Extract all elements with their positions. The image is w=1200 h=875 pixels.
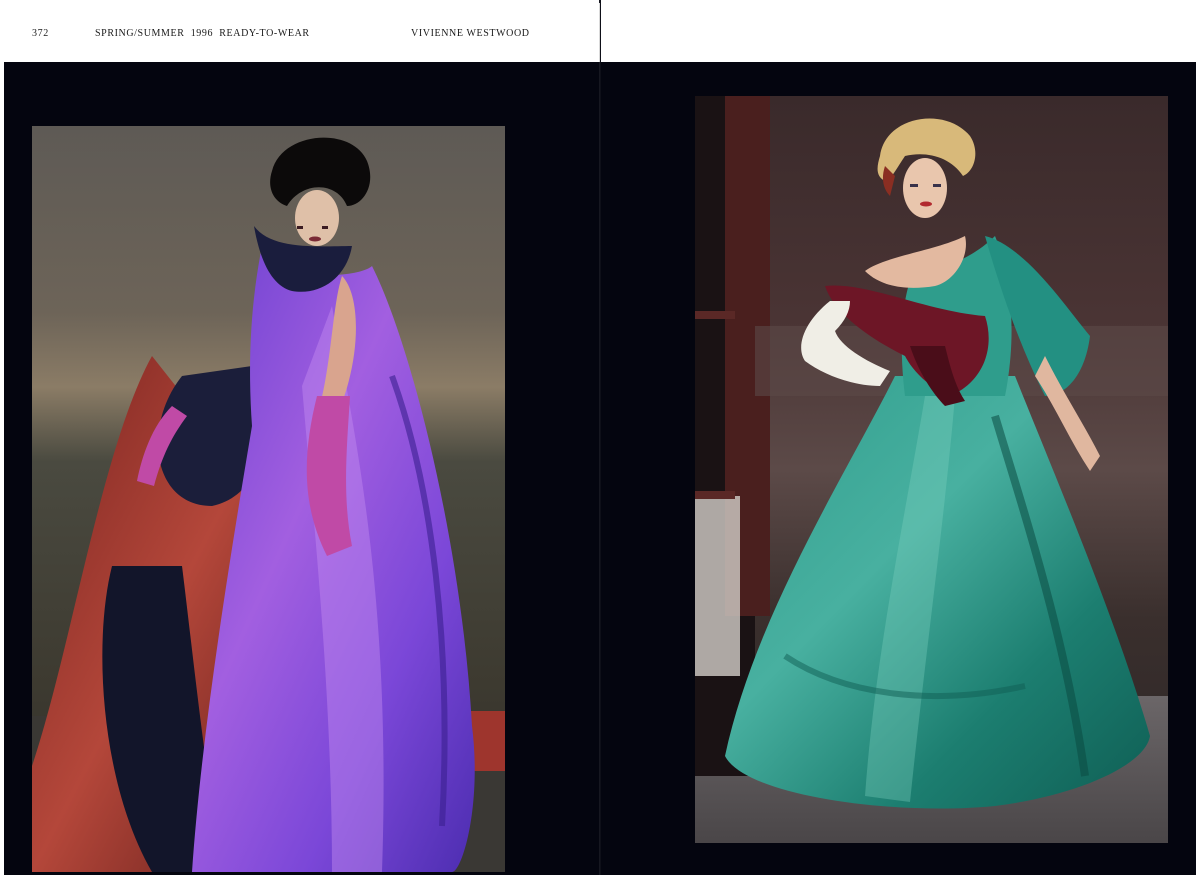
designer-name: VIVIENNE WESTWOOD [411, 28, 530, 39]
runway-photo-teal-gown [695, 96, 1168, 843]
right-page [600, 0, 1200, 875]
book-spread: 372 SPRING/SUMMER 1996 READY-TO-WEAR VIV… [0, 0, 1200, 875]
runway-photo-purple-gown [32, 126, 505, 872]
purple-gown-illustration [32, 126, 505, 872]
left-page: 372 SPRING/SUMMER 1996 READY-TO-WEAR VIV… [0, 0, 600, 875]
teal-gown-illustration [695, 96, 1168, 843]
spine-gutter-header [599, 3, 600, 62]
section-title: SPRING/SUMMER 1996 READY-TO-WEAR [95, 28, 310, 39]
spine-gutter [599, 0, 601, 875]
page-number: 372 [32, 28, 49, 39]
right-header-band [601, 3, 1196, 62]
